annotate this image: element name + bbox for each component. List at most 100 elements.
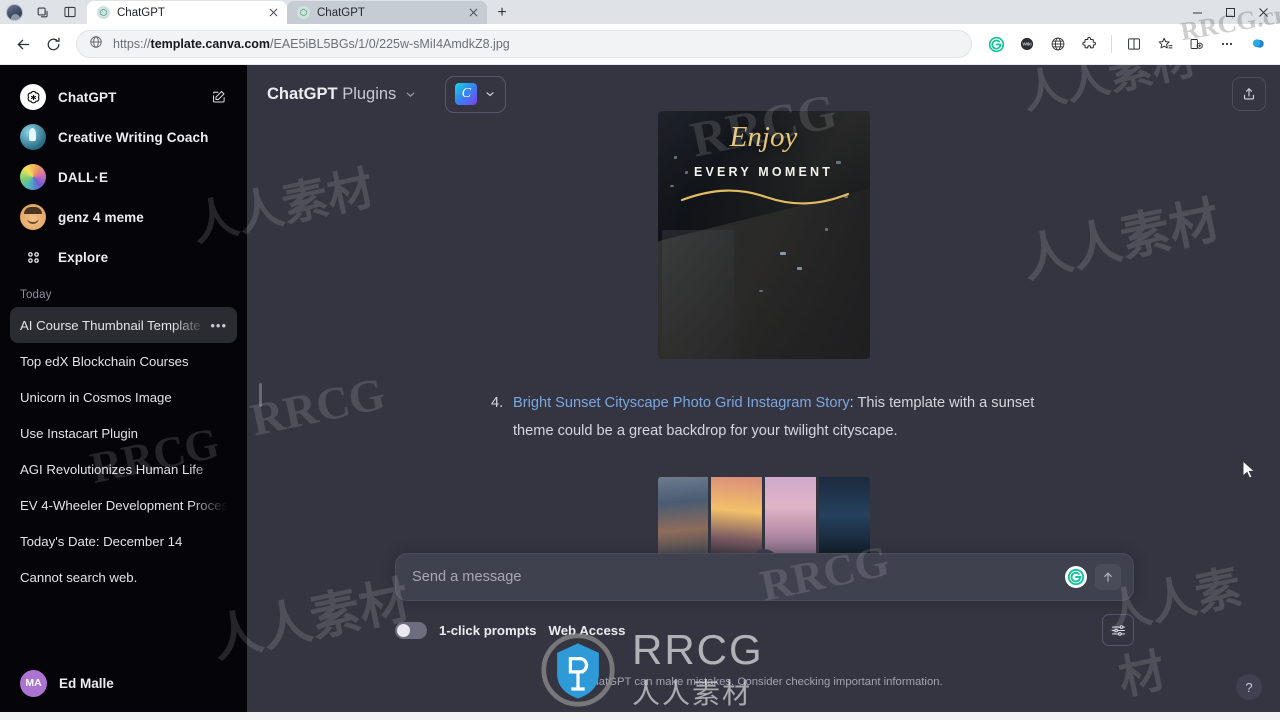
content-scrollbar[interactable]: [259, 383, 262, 407]
new-chat-icon[interactable]: [211, 89, 227, 105]
creative-writing-coach-icon: [20, 124, 46, 150]
composer-area: Send a message 1-click prompts Web Acces…: [247, 552, 1280, 712]
copilot-icon[interactable]: [1244, 30, 1272, 58]
explore-grid-icon: [20, 244, 46, 270]
conversation-item[interactable]: Use Instacart Plugin: [10, 415, 237, 451]
chatgpt-sidebar: ChatGPT Creative Writing Coach DALL·E ge…: [0, 65, 247, 712]
profile-avatar-icon[interactable]: [6, 3, 23, 21]
site-info-globe-icon[interactable]: [89, 35, 103, 54]
extension-icon[interactable]: Wiki: [1013, 30, 1041, 58]
collections-icon[interactable]: [1182, 30, 1210, 58]
conversation-item[interactable]: AI Course Thumbnail Template •••: [10, 307, 237, 343]
close-button[interactable]: [1247, 0, 1280, 24]
sidebar-item-dalle[interactable]: DALL·E: [10, 157, 237, 197]
prompt-toggles: 1-click prompts Web Access: [395, 622, 625, 639]
tabstrip: ChatGPT ChatGPT +: [87, 0, 513, 24]
sidebar-user-profile[interactable]: MA Ed Malle: [0, 654, 247, 712]
url-host: template.canva.com: [150, 37, 271, 51]
sidebar-item-label: genz 4 meme: [58, 209, 144, 225]
grammarly-icon[interactable]: [982, 30, 1010, 58]
sidebar-item-genz-4-meme[interactable]: genz 4 meme: [10, 197, 237, 237]
template-link[interactable]: Bright Sunset Cityscape Photo Grid Insta…: [513, 395, 850, 411]
sidebar-item-explore[interactable]: Explore: [10, 237, 237, 277]
user-name: Ed Malle: [59, 675, 114, 691]
reload-button[interactable]: [38, 29, 68, 59]
mouse-cursor: [1242, 460, 1256, 479]
sidebar-item-label: DALL·E: [58, 169, 109, 185]
chat-title-light: Plugins: [342, 84, 397, 103]
tab-close-icon[interactable]: [466, 6, 480, 20]
browser-tab-1[interactable]: ChatGPT: [87, 1, 287, 24]
avatar: MA: [20, 669, 47, 697]
list-item-text: Bright Sunset Cityscape Photo Grid Insta…: [513, 389, 1036, 445]
send-button[interactable]: [1095, 564, 1121, 590]
tab-title: ChatGPT: [117, 6, 165, 19]
help-button[interactable]: ?: [1236, 674, 1262, 700]
globe-icon[interactable]: [1044, 30, 1072, 58]
conversation-item[interactable]: Top edX Blockchain Courses: [10, 343, 237, 379]
decorative-swoosh-icon: [680, 189, 849, 205]
sidebar-item-label: ChatGPT: [58, 89, 117, 105]
tab-close-icon[interactable]: [266, 6, 280, 20]
sidebar-section-label: Today: [20, 289, 52, 301]
conversation-item[interactable]: EV 4-Wheeler Development Process: [10, 487, 237, 523]
message-list-item: 4. Bright Sunset Cityscape Photo Grid In…: [491, 389, 1036, 445]
vertical-tabs-icon[interactable]: [61, 3, 79, 21]
puzzle-extensions-icon[interactable]: [1075, 30, 1103, 58]
sliders-settings-icon[interactable]: [1102, 614, 1134, 646]
page-title: ChatGPT Plugins: [267, 85, 396, 104]
conversation-title: AGI Revolutionizes Human Life: [20, 461, 204, 477]
address-bar[interactable]: https://template.canva.com/EAE5iBL5BGs/1…: [76, 30, 972, 58]
chevron-down-icon[interactable]: [484, 88, 496, 100]
sidebar-item-label: Explore: [58, 249, 109, 265]
sidebar-item-label: Creative Writing Coach: [58, 129, 209, 145]
url-scheme: https://: [113, 37, 151, 51]
grid-photo-2: [711, 477, 762, 562]
sidebar-item-chatgpt[interactable]: ChatGPT: [10, 77, 237, 117]
plugin-selector[interactable]: C: [445, 75, 507, 113]
titlebar-left-controls: [0, 0, 79, 24]
genz-meme-icon: [20, 204, 46, 230]
chevron-down-icon[interactable]: [404, 88, 417, 101]
new-tab-button[interactable]: +: [491, 2, 513, 24]
template-thumbnail-night-cityscape[interactable]: Enjoy EVERY MOMENT: [657, 111, 870, 359]
list-item-number: 4.: [491, 395, 504, 411]
chat-header: ChatGPT Plugins C: [247, 65, 1280, 123]
browser-toolbar: https://template.canva.com/EAE5iBL5BGs/1…: [0, 24, 1280, 65]
conversation-item[interactable]: Cannot search web.: [10, 559, 237, 595]
conversation-item[interactable]: AGI Revolutionizes Human Life: [10, 451, 237, 487]
conversation-title: Cannot search web.: [20, 569, 138, 585]
address-bar-url: https://template.canva.com/EAE5iBL5BGs/1…: [113, 37, 510, 51]
conversation-title: Use Instacart Plugin: [20, 425, 139, 441]
conversation-item[interactable]: Today's Date: December 14: [10, 523, 237, 559]
chatgpt-favicon-icon: [297, 6, 310, 19]
tab-groups-icon[interactable]: [33, 3, 51, 21]
toolbar-divider: [1111, 35, 1112, 53]
minimize-button[interactable]: [1181, 0, 1214, 24]
url-path: /EAE5iBL5BGs/1/0/225w-sMiI4AmdkZ8.jpg: [270, 37, 510, 51]
share-button[interactable]: [1232, 77, 1266, 111]
chatgpt-logo-icon: [20, 84, 46, 110]
grammarly-icon[interactable]: [1065, 566, 1087, 588]
message-input-box[interactable]: Send a message: [395, 553, 1134, 601]
favorites-star-icon[interactable]: [1151, 30, 1179, 58]
browser-tab-2[interactable]: ChatGPT: [287, 1, 487, 24]
one-click-prompts-label: 1-click prompts: [439, 623, 537, 638]
grid-photo-3: [765, 477, 816, 562]
conversation-list: AI Course Thumbnail Template ••• Top edX…: [0, 307, 247, 595]
page-viewport: ChatGPT Creative Writing Coach DALL·E ge…: [0, 65, 1280, 712]
browser-titlebar: ChatGPT ChatGPT +: [0, 0, 1280, 24]
chat-title-bold: ChatGPT: [267, 84, 338, 103]
more-options-icon[interactable]: [1213, 30, 1241, 58]
sidebar-item-creative-writing-coach[interactable]: Creative Writing Coach: [10, 117, 237, 157]
maximize-button[interactable]: [1214, 0, 1247, 24]
web-access-label: Web Access: [548, 623, 626, 638]
list-item: 4. Bright Sunset Cityscape Photo Grid In…: [491, 389, 1036, 445]
conversation-item[interactable]: Unicorn in Cosmos Image: [10, 379, 237, 415]
split-screen-icon[interactable]: [1120, 30, 1148, 58]
back-button[interactable]: [8, 29, 38, 59]
conversation-title: AI Course Thumbnail Template: [20, 317, 201, 333]
conversation-options-icon[interactable]: •••: [206, 319, 227, 332]
one-click-prompts-toggle[interactable]: [395, 622, 427, 639]
sidebar-gpt-list: ChatGPT Creative Writing Coach DALL·E ge…: [0, 73, 247, 277]
